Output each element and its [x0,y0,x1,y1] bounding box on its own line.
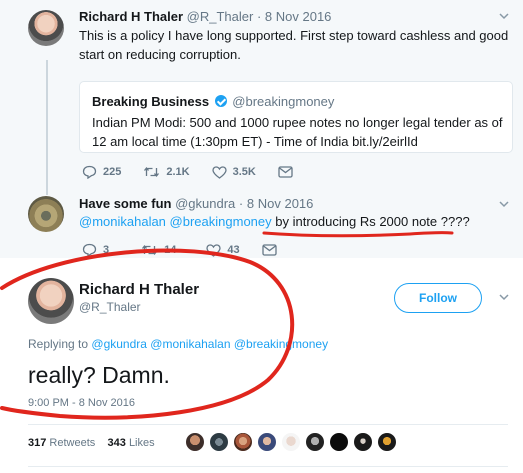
like-button[interactable]: 43 [206,243,240,257]
tweet-actions: 3 14 43 [82,243,305,257]
author-handle[interactable]: @R_Thaler [79,300,141,314]
liker-avatar[interactable] [209,432,229,452]
liker-avatar[interactable] [353,432,373,452]
retweet-icon [144,166,160,178]
tweet-date[interactable]: 8 Nov 2016 [265,9,332,24]
author-name[interactable]: Have some fun [79,196,171,211]
divider [28,424,508,425]
retweet-count: 2.1K [166,166,190,178]
tweet-text: @monikahalan @breakingmoney by introduci… [79,212,470,231]
verified-badge-icon [214,95,227,107]
message-icon [261,244,277,256]
author-handle[interactable]: @gkundra [175,196,235,211]
author-name[interactable]: Richard H Thaler [79,281,199,298]
tweet-actions: 225 2.1K 3.5K [82,165,321,179]
retweet-label[interactable]: Retweets [49,437,95,449]
reply-button[interactable]: 3 [82,243,109,257]
quoted-tweet-text: Indian PM Modi: 500 and 1000 rupee notes… [92,115,503,149]
chevron-down-icon[interactable] [499,201,509,211]
like-icon [211,165,227,179]
red-circle-annotation [0,248,295,420]
like-total[interactable]: 343 [108,437,126,449]
liker-avatar[interactable] [257,432,277,452]
reply-count: 3 [103,244,110,256]
divider [28,466,508,467]
quoted-author-handle: @breakingmoney [232,94,335,109]
tweet-header: Richard H Thaler @R_Thaler · 8 Nov 2016 [79,9,331,24]
like-count: 3.5K [232,166,256,178]
like-count: 43 [227,244,240,256]
message-button[interactable] [261,244,283,256]
follow-button[interactable]: Follow [394,283,482,313]
avatar[interactable] [28,196,64,232]
tweet-header: Have some fun @gkundra · 8 Nov 2016 [79,196,313,211]
tweet-stats: 317 Retweets 343 Likes [28,437,155,449]
author-handle[interactable]: @R_Thaler [187,9,254,24]
liker-avatar[interactable] [233,432,253,452]
chevron-down-icon[interactable] [499,13,509,23]
thread-connector-line [46,60,48,195]
message-button[interactable] [278,166,299,178]
replying-to: Replying to @gkundra @monikahalan @break… [28,337,328,351]
reply-button[interactable]: 225 [82,165,121,179]
like-label[interactable]: Likes [129,437,155,449]
liker-avatar[interactable] [329,432,349,452]
message-icon [278,166,293,178]
tweet-text: really? Damn. [28,362,170,388]
mention-link[interactable]: @breakingmoney [170,214,272,229]
retweet-button[interactable]: 2.1K [143,166,190,178]
retweet-count: 14 [164,244,177,256]
tweet-body: by introducing Rs 2000 note ???? [275,214,470,229]
separator: · [256,9,262,24]
retweet-total[interactable]: 317 [28,437,46,449]
reply-icon [82,165,97,179]
replying-prefix: Replying to [28,337,89,351]
retweet-button[interactable]: 14 [141,244,176,256]
quoted-tweet-card[interactable]: Breaking Business @breakingmoney Indian … [79,81,513,153]
tweet-date[interactable]: 8 Nov 2016 [247,196,314,211]
liker-avatar[interactable] [377,432,397,452]
author-name[interactable]: Richard H Thaler [79,9,183,24]
liker-avatar[interactable] [305,432,325,452]
chevron-down-icon[interactable] [499,294,509,304]
liker-avatar[interactable] [281,432,301,452]
tweet-timestamp[interactable]: 9:00 PM - 8 Nov 2016 [28,397,135,409]
tweet-text: This is a policy I have long supported. … [79,28,509,62]
replying-mentions[interactable]: @gkundra @monikahalan @breakingmoney [91,337,328,351]
avatar[interactable] [28,278,74,324]
like-icon [206,243,222,257]
reply-count: 225 [103,166,122,178]
quoted-tweet-header: Breaking Business @breakingmoney [92,94,334,109]
liker-avatars [185,432,401,452]
quoted-author-name: Breaking Business [92,94,210,109]
liker-avatar[interactable] [185,432,205,452]
reply-icon [82,243,97,257]
like-button[interactable]: 3.5K [211,165,256,179]
retweet-icon [142,244,158,256]
avatar[interactable] [28,10,64,46]
separator: · [238,196,244,211]
mention-link[interactable]: @monikahalan [79,214,166,229]
